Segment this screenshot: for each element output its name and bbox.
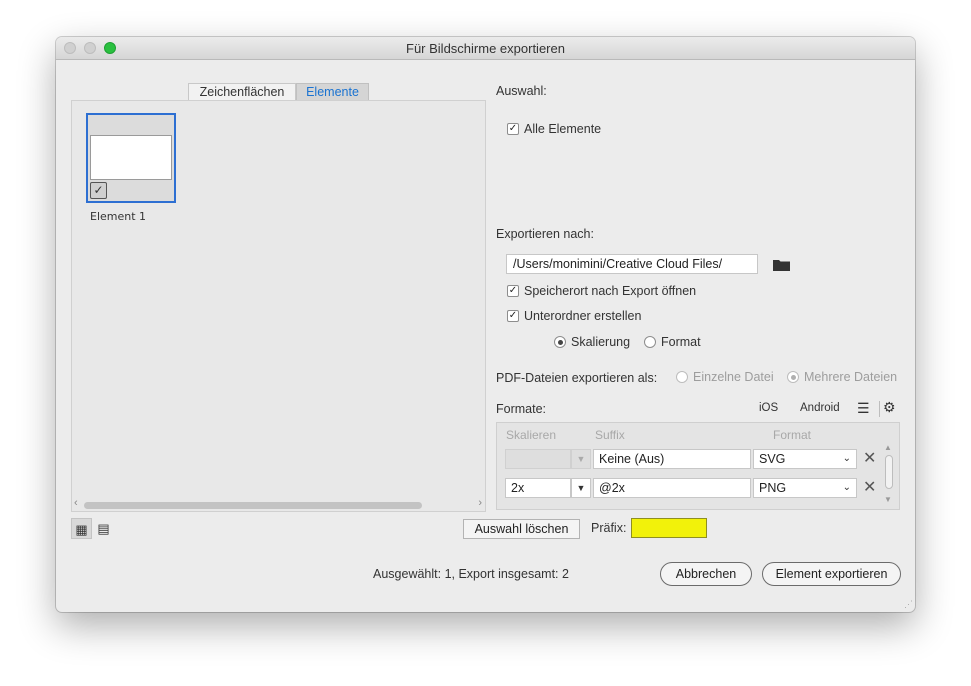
pdf-single-file-label: Einzelne Datei <box>693 370 774 384</box>
horizontal-scrollbar[interactable]: ‹ › <box>72 497 485 511</box>
all-elements-checkbox[interactable]: ✓ <box>507 123 519 135</box>
scale-field <box>505 449 571 469</box>
android-preset-button[interactable]: Android <box>800 402 840 414</box>
prefix-label: Präfix: <box>591 521 627 535</box>
format-column-header: Format <box>773 428 812 442</box>
subfolder-by-format-radio[interactable] <box>644 336 656 348</box>
scale-dropdown-icon[interactable]: ▼ <box>571 478 591 498</box>
title-bar[interactable]: Für Bildschirme exportieren <box>56 37 915 60</box>
scale-column-header: Skalieren <box>506 428 557 442</box>
pdf-export-label: PDF-Dateien exportieren als: <box>496 371 658 385</box>
export-button[interactable]: Element exportieren <box>762 562 901 586</box>
pdf-multiple-files-radio <box>787 371 799 383</box>
export-path-field[interactable]: /Users/monimini/Creative Cloud Files/ <box>506 254 758 274</box>
scale-dropdown-icon: ▼ <box>571 449 591 469</box>
tab-assets[interactable]: Elemente <box>296 83 369 100</box>
all-elements-label[interactable]: Alle Elemente <box>524 122 601 136</box>
list-icon[interactable]: ☰ <box>857 400 870 417</box>
scroll-right-icon[interactable]: › <box>478 497 482 509</box>
window-title: Für Bildschirme exportieren <box>406 41 565 56</box>
scale-field[interactable]: 2x <box>505 478 571 498</box>
create-subfolders-checkbox[interactable]: ✓ <box>507 310 519 322</box>
list-view-icon[interactable]: ▤ <box>93 518 114 539</box>
cancel-button[interactable]: Abbrechen <box>660 562 752 586</box>
selection-heading: Auswahl: <box>496 84 547 98</box>
open-location-checkbox[interactable]: ✓ <box>507 285 519 297</box>
clear-selection-button[interactable]: Auswahl löschen <box>463 519 580 539</box>
ios-preset-button[interactable]: iOS <box>759 402 778 414</box>
asset-preview-image <box>90 135 172 180</box>
formats-table: Skalieren Suffix Format ▼ Keine (Aus) SV… <box>496 422 900 510</box>
grid-view-icon[interactable]: ▦ <box>71 518 92 539</box>
open-location-label[interactable]: Speicherort nach Export öffnen <box>524 284 696 298</box>
asset-grid-panel: ✓ Element 1 ‹ › <box>71 100 486 512</box>
divider <box>879 401 880 417</box>
export-to-heading: Exportieren nach: <box>496 227 594 241</box>
tab-artboards[interactable]: Zeichenflächen <box>188 83 296 100</box>
scroll-up-icon[interactable]: ▲ <box>884 443 892 452</box>
remove-row-icon[interactable]: ✕ <box>863 480 876 496</box>
asset-label: Element 1 <box>90 210 147 223</box>
formats-heading: Formate: <box>496 402 547 416</box>
scroll-down-icon[interactable]: ▼ <box>884 495 892 504</box>
scrollbar-thumb[interactable] <box>885 455 893 489</box>
vertical-scrollbar[interactable]: ▲ ▼ <box>884 443 893 507</box>
pdf-multiple-files-label: Mehrere Dateien <box>804 370 898 384</box>
suffix-field[interactable]: Keine (Aus) <box>593 449 751 469</box>
gear-icon[interactable]: ⚙ <box>883 399 896 416</box>
status-text: Ausgewählt: 1, Export insgesamt: 2 <box>373 567 569 581</box>
format-select[interactable]: PNG ⌄ <box>753 478 857 498</box>
export-dialog: Für Bildschirme exportieren Zeichenfläch… <box>56 37 915 612</box>
pdf-single-file-radio <box>676 371 688 383</box>
scrollbar-thumb[interactable] <box>84 502 422 509</box>
resize-grip-icon[interactable]: ⋰ <box>904 599 913 610</box>
subfolder-by-scale-label[interactable]: Skalierung <box>571 335 630 349</box>
subfolder-by-format-label[interactable]: Format <box>661 335 701 349</box>
format-select[interactable]: SVG ⌄ <box>753 449 857 469</box>
remove-row-icon[interactable]: ✕ <box>863 451 876 467</box>
format-select-value: SVG <box>759 452 786 466</box>
asset-checkbox[interactable]: ✓ <box>90 182 107 199</box>
folder-icon[interactable] <box>773 259 790 271</box>
asset-thumbnail[interactable]: ✓ <box>86 113 176 203</box>
chevron-down-icon: ⌄ <box>842 482 851 493</box>
suffix-field[interactable]: @2x <box>593 478 751 498</box>
scroll-left-icon[interactable]: ‹ <box>74 497 78 509</box>
subfolder-by-scale-radio[interactable] <box>554 336 566 348</box>
suffix-column-header: Suffix <box>595 428 625 442</box>
format-select-value: PNG <box>759 481 787 495</box>
prefix-input[interactable] <box>631 518 707 538</box>
chevron-down-icon: ⌄ <box>842 453 851 464</box>
create-subfolders-label[interactable]: Unterordner erstellen <box>524 309 641 323</box>
